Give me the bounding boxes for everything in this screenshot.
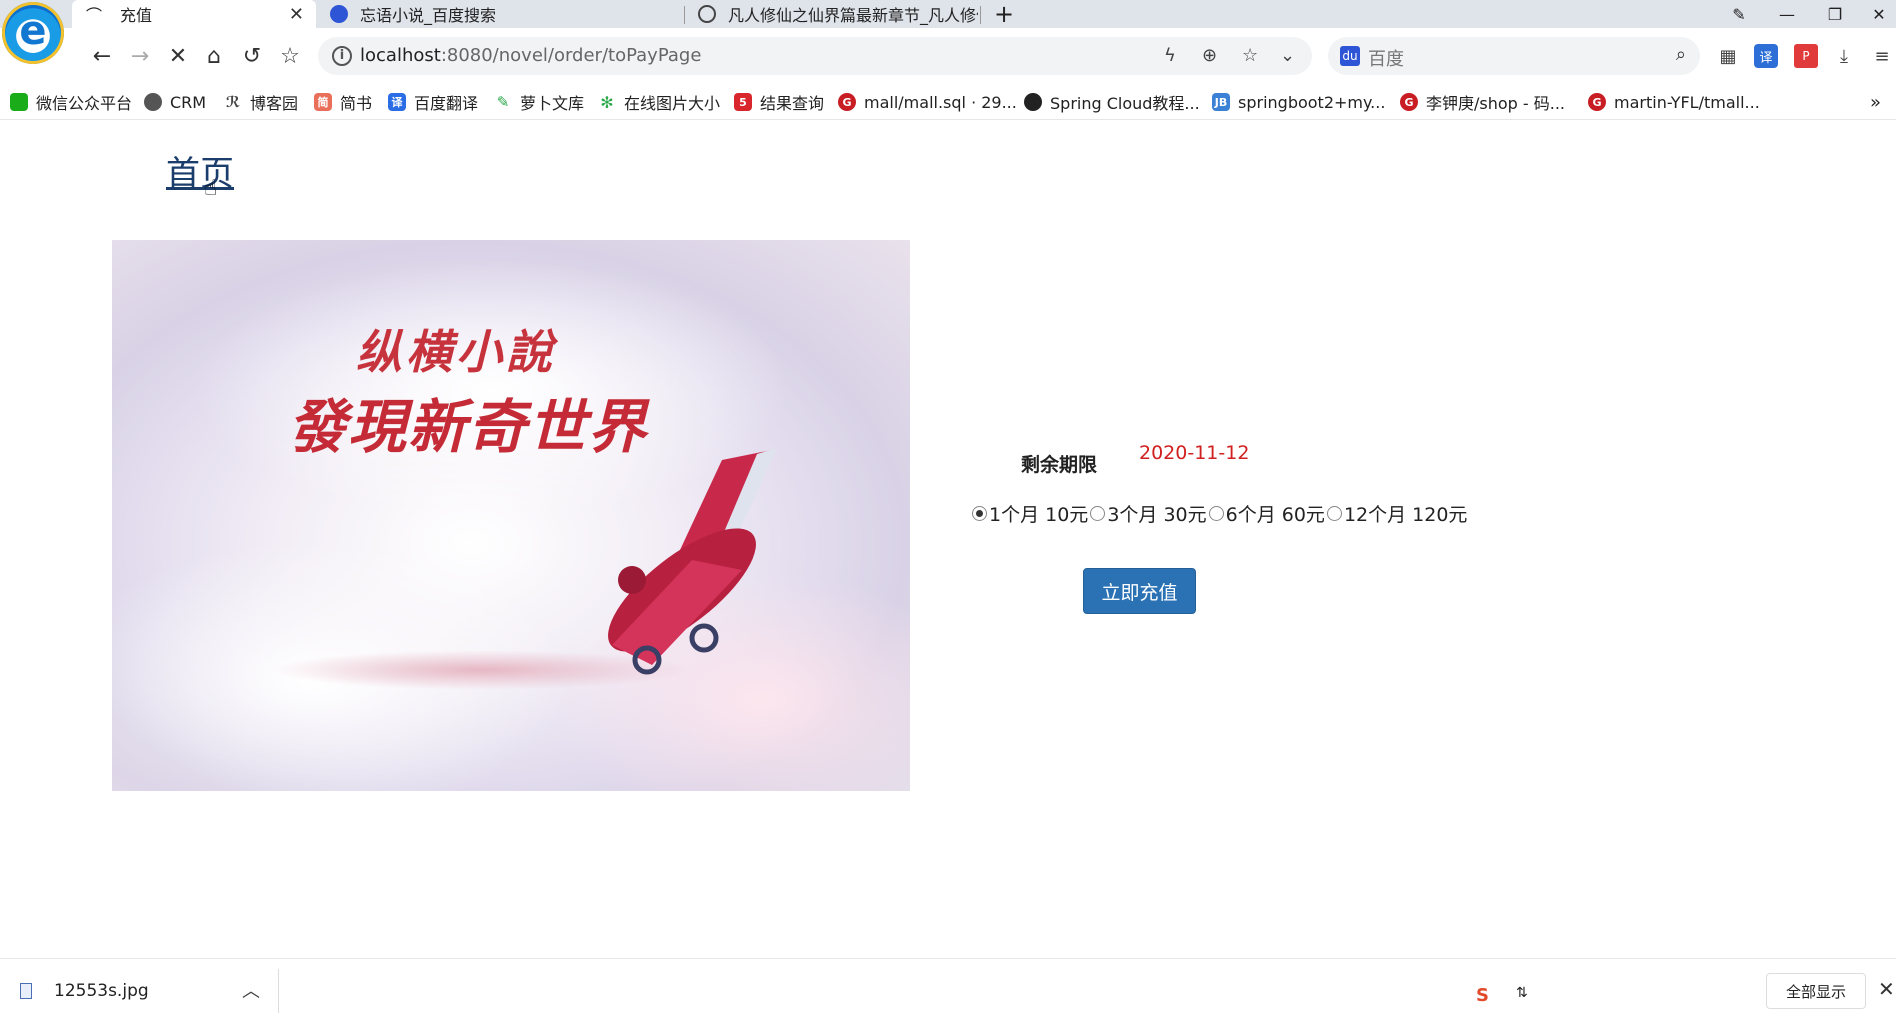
bookmark-item[interactable]: ℛ 博客园 [224,90,298,114]
search-box[interactable]: du 百度 ⌕ [1328,37,1700,75]
divider [278,969,279,1013]
baidu-paw-icon [330,5,348,23]
plan-options: 1个月 10元 3个月 30元 6个月 60元 12个月 120元 [970,500,1467,527]
plane-wheel [689,623,719,653]
translate-icon[interactable]: 译 [1754,44,1778,68]
show-all-button[interactable]: 全部显示 [1766,973,1866,1009]
bookmark-page-icon: JB [1212,93,1230,111]
expiry-label: 剩余期限 [1021,454,1098,476]
bookmark-item[interactable]: 微信公众平台 [10,90,132,114]
chevron-down-icon[interactable]: ⌄ [1280,45,1295,66]
wechat-icon [10,93,28,111]
stop-icon[interactable]: ✕ [162,42,194,70]
plan-radio-6-months[interactable] [1208,506,1224,521]
plan-label: 3个月 30元 [1107,504,1207,526]
globe-icon [698,5,716,23]
bookmark-item[interactable]: CRM [144,90,206,114]
bookmark-item[interactable]: 译百度翻译 [388,90,478,114]
gitee-icon: G [1400,93,1418,111]
download-filename: 12553s.jpg [54,981,149,1001]
baidu-icon: du [1340,46,1360,66]
globe-icon [144,93,162,111]
bookmark-item[interactable]: JB springboot2+my... [1212,90,1385,114]
close-download-bar-icon[interactable]: ✕ [1878,977,1895,1001]
grid-icon[interactable]: ▦ [1716,44,1740,68]
tab-novel-chapter[interactable]: 凡人修仙之仙界篇最新章节_凡人修仙 [690,0,980,28]
biplane-illustration [608,448,777,675]
recharge-button[interactable]: 立即充值 [1083,568,1196,614]
pdf-icon[interactable]: P [1794,44,1818,68]
download-icon[interactable]: ⤓ [1832,44,1856,68]
bookmark-item[interactable]: ✎ 萝卜文库 [494,90,584,114]
plan-label: 12个月 120元 [1343,504,1468,526]
bookmark-item[interactable]: 简简书 [314,90,372,114]
home-icon[interactable]: ⌂ [198,42,230,70]
jianshu-icon: 简 [314,93,332,111]
tab-title: 充值 [120,6,153,25]
plan-label: 1个月 10元 [989,504,1089,526]
note-icon[interactable]: ✎ [1716,0,1762,28]
tab-baidu-search[interactable]: 忘语小说_百度搜索 [324,0,568,28]
gitee-icon: G [1588,93,1606,111]
menu-icon[interactable]: ≡ [1870,44,1894,68]
close-window-icon[interactable]: ✕ [1856,0,1896,28]
plan-radio-12-months[interactable] [1326,506,1342,521]
toolbar: ← → ✕ ⌂ ↺ ☆ i localhost:8080/novel/order… [0,28,1896,84]
tab-recharge[interactable]: ⌒ 充值 ✕ [72,0,316,28]
plan-radio-3-months[interactable] [1090,506,1106,521]
banner-image: 纵横小說 發現新奇世界 [112,240,910,791]
download-bar: 12553s.jpg ︿ S ⇅ 全部显示 ✕ [0,958,1896,1020]
blog-icon: ℛ [224,93,242,111]
tab-separator [684,6,685,24]
address-bar[interactable]: i localhost:8080/novel/order/toPayPage ϟ… [318,37,1312,75]
minimize-icon[interactable]: — [1764,0,1810,28]
bookmark-item[interactable]: Gmartin-YFL/tmall... [1588,90,1760,114]
chevron-up-icon[interactable]: ︿ [242,977,260,1003]
gear-icon: ✻ [598,93,616,112]
file-icon [20,983,32,999]
browser-logo: e [2,2,64,64]
carrot-icon: ✎ [494,93,512,111]
banner-title: 纵横小說 [356,325,556,379]
bookmark-star-icon[interactable]: ☆ [274,42,306,70]
back-icon[interactable]: ← [86,42,118,70]
undo-icon[interactable]: ↺ [236,42,268,70]
bookmarks-bar: 微信公众平台 CRM ℛ 博客园 简简书 译百度翻译 ✎ 萝卜文库 ✻ 在线图片大小 … [0,84,1896,120]
restore-icon[interactable]: ❐ [1812,0,1858,28]
gitee-icon: G [838,93,856,111]
plane-pilot [618,566,646,594]
favorite-star-icon[interactable]: ☆ [1242,45,1258,66]
tab-strip: ⌒ 充值 ✕ 忘语小说_百度搜索 凡人修仙之仙界篇最新章节_凡人修仙 + ✎ —… [0,0,1896,28]
github-icon [1024,93,1042,111]
bookmark-item[interactable]: G 李钾庚/shop - 码... [1400,90,1565,114]
search-icon[interactable]: ⌕ [1676,44,1686,65]
info-icon[interactable]: i [332,46,352,66]
ime-toggle-icon[interactable]: ⇅ [1516,985,1528,1001]
result-icon: 5 [734,93,752,111]
tab-separator [980,6,981,24]
new-tab-button[interactable]: + [994,0,1024,28]
bookmark-item[interactable]: Gmall/mall.sql · 29... [838,90,1017,114]
bookmark-item[interactable]: Spring Cloud教程... [1024,90,1200,114]
zoom-icon[interactable]: ⊕ [1202,45,1217,66]
tab-title: 凡人修仙之仙界篇最新章节_凡人修仙 [728,6,978,25]
bookmark-item[interactable]: 5 结果查询 [734,90,824,114]
forward-icon[interactable]: → [124,42,156,70]
translate-icon: 译 [388,93,406,111]
bookmark-item[interactable]: ✻ 在线图片大小 [598,90,720,114]
bookmarks-more-button[interactable]: » [1870,90,1881,114]
plan-radio-1-month[interactable] [972,506,987,521]
tab-title: 忘语小说_百度搜索 [360,6,497,25]
plan-label: 6个月 60元 [1225,504,1325,526]
lightning-icon[interactable]: ϟ [1164,45,1176,66]
close-tab-icon[interactable]: ✕ [289,4,304,25]
tab-loading-icon: ⌒ [86,6,103,25]
hand-cursor-icon: ☝ [204,176,218,201]
sogou-ime-icon[interactable]: S [1476,985,1489,1006]
search-placeholder: 百度 [1368,49,1404,70]
address-text[interactable]: localhost:8080/novel/order/toPayPage [360,45,701,66]
home-link[interactable]: 首页 [166,146,234,195]
expiry-date: 2020-11-12 [1139,442,1250,464]
download-item[interactable]: 12553s.jpg [20,981,149,1001]
